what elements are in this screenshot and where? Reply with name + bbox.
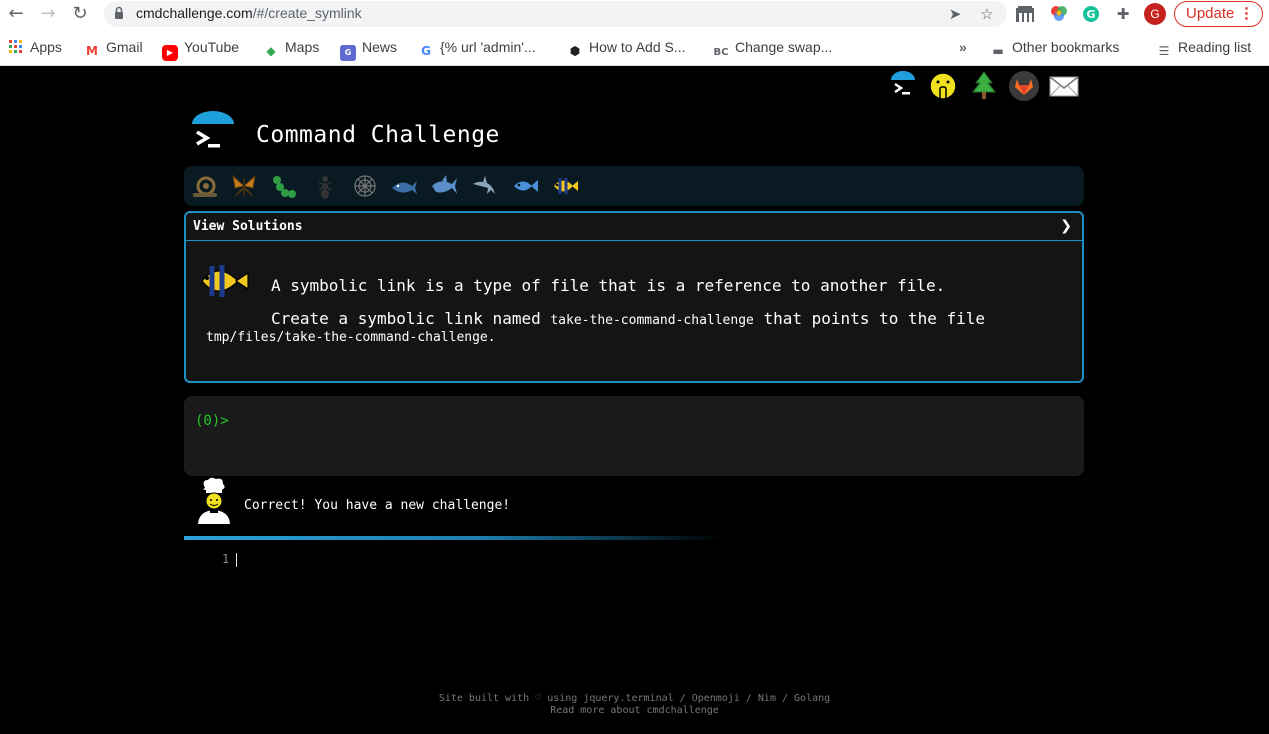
maps-icon: ◆ bbox=[266, 44, 276, 58]
target-path-code: tmp/files/take-the-command-challenge bbox=[206, 330, 488, 345]
view-solutions-label: View Solutions bbox=[193, 219, 303, 234]
footer-credits: Site built with ♡ using jquery.terminal … bbox=[438, 693, 831, 704]
mail-icon[interactable] bbox=[1048, 70, 1080, 102]
footer-read-more-link[interactable]: Read more about cmdchallenge bbox=[0, 705, 1269, 717]
bookmarks-overflow-button[interactable]: » bbox=[959, 35, 967, 59]
forward-icon[interactable]: → bbox=[37, 3, 59, 25]
extension-arch-icon[interactable] bbox=[1014, 4, 1036, 24]
desc-text: that points to the file bbox=[753, 309, 986, 328]
lock-icon bbox=[115, 6, 123, 19]
folder-icon: ▬ bbox=[992, 44, 1004, 58]
cmdchallenge-icon[interactable] bbox=[887, 70, 919, 102]
challenge-description-line3: tmp/files/take-the-command-challenge. bbox=[206, 330, 496, 345]
gitlab-icon[interactable] bbox=[1008, 70, 1040, 102]
menu-dots-icon: ⋮ bbox=[1239, 5, 1254, 22]
other-bookmarks-label: Other bookmarks bbox=[1012, 39, 1120, 55]
tree-icon[interactable] bbox=[968, 70, 1000, 102]
challenge-panel: View Solutions ❯ A symbolic link is a ty… bbox=[184, 211, 1084, 383]
news-icon: G bbox=[340, 45, 356, 61]
whale-level-icon[interactable] bbox=[390, 172, 418, 200]
send-icon[interactable]: ➤ bbox=[945, 4, 965, 24]
bookmark-change-swap[interactable]: BC Change swap... bbox=[713, 35, 833, 59]
bookmark-apps[interactable]: Apps bbox=[8, 35, 62, 59]
url-path: /#/create_symlink bbox=[252, 5, 362, 21]
fish-level-icon[interactable] bbox=[511, 172, 539, 200]
reload-icon[interactable]: ↻ bbox=[69, 3, 91, 25]
bookmark-label: Change swap... bbox=[735, 39, 833, 55]
challenge-description-line1: A symbolic link is a type of file that i… bbox=[271, 276, 946, 295]
bookmark-label: {% url 'admin'... bbox=[440, 39, 536, 55]
bookmark-maps[interactable]: ◆ Maps bbox=[263, 35, 319, 59]
star-icon[interactable]: ☆ bbox=[977, 4, 997, 24]
bookmark-label: Maps bbox=[285, 39, 320, 55]
bookmarks-bar: Apps M Gmail ▶ YouTube ◆ Maps G News G {% url… bbox=[0, 35, 1269, 61]
progress-bar bbox=[184, 536, 724, 540]
back-icon[interactable]: ← bbox=[5, 3, 27, 25]
butterfly-level-icon[interactable] bbox=[230, 172, 258, 200]
url-host: cmdchallenge.com bbox=[136, 5, 253, 21]
editor-caret[interactable] bbox=[236, 553, 237, 567]
challenge-description-line2: Create a symbolic link named take-the-co… bbox=[271, 309, 985, 328]
snail-level-icon[interactable] bbox=[191, 172, 219, 200]
bookmark-gmail[interactable]: M Gmail bbox=[84, 35, 143, 59]
symlink-name-code: take-the-command-challenge bbox=[550, 313, 754, 328]
bookmark-label: How to Add S... bbox=[589, 39, 686, 55]
ant-level-icon[interactable] bbox=[311, 172, 339, 200]
profile-avatar[interactable]: G bbox=[1144, 3, 1166, 25]
hexagon-icon: ⬢ bbox=[569, 44, 581, 58]
bc-icon: BC bbox=[713, 47, 729, 58]
shushing-face-icon[interactable] bbox=[927, 70, 959, 102]
terminal-prompt: (0)> bbox=[195, 413, 229, 429]
terminal[interactable]: (0)> bbox=[184, 396, 1084, 476]
reading-list-label: Reading list bbox=[1178, 39, 1252, 55]
reading-list-icon: ☰ bbox=[1158, 44, 1170, 58]
url-text: cmdchallenge.com/#/create_symlink bbox=[136, 5, 362, 21]
web-level-icon[interactable] bbox=[351, 172, 379, 200]
color-wheel-icon[interactable] bbox=[1048, 4, 1070, 24]
editor-line-number: 1 bbox=[222, 552, 230, 566]
bookmark-youtube[interactable]: ▶ YouTube bbox=[162, 35, 240, 61]
bookmark-label: Gmail bbox=[106, 39, 143, 55]
tropical-fish-icon bbox=[201, 265, 249, 297]
chef-icon bbox=[198, 477, 230, 524]
dolphin-level-icon[interactable] bbox=[471, 172, 499, 200]
update-button[interactable]: Update ⋮ bbox=[1174, 1, 1263, 27]
bookmark-news[interactable]: G News bbox=[340, 35, 398, 61]
browser-chrome: ← → ↻ cmdchallenge.com/#/create_symlink … bbox=[0, 0, 1269, 66]
address-bar[interactable]: cmdchallenge.com/#/create_symlink ➤ ☆ bbox=[104, 1, 1007, 27]
view-solutions-toggle[interactable]: View Solutions ❯ bbox=[186, 213, 1082, 241]
bookmark-google-url-admin[interactable]: G {% url 'admin'... bbox=[418, 35, 536, 59]
bookmark-label: Apps bbox=[30, 39, 62, 55]
site-logo bbox=[192, 111, 234, 154]
bookmark-label: YouTube bbox=[184, 39, 240, 55]
grammarly-icon[interactable]: G bbox=[1080, 4, 1102, 24]
gmail-icon: M bbox=[86, 44, 98, 58]
tropical-fish-level-icon[interactable] bbox=[551, 172, 579, 200]
update-label: Update bbox=[1186, 5, 1235, 22]
desc-text: Create a symbolic link named bbox=[271, 309, 551, 328]
bookmark-how-to-add[interactable]: ⬢ How to Add S... bbox=[567, 35, 686, 59]
youtube-icon: ▶ bbox=[162, 45, 178, 61]
apps-grid-icon bbox=[9, 40, 22, 53]
page-title: Command Challenge bbox=[256, 122, 500, 148]
reading-list[interactable]: ☰ Reading list bbox=[1156, 35, 1252, 59]
bookmark-label: News bbox=[362, 39, 398, 55]
other-bookmarks[interactable]: ▬ Other bookmarks bbox=[990, 35, 1119, 59]
shark-level-icon[interactable] bbox=[430, 172, 458, 200]
google-icon: G bbox=[421, 44, 431, 58]
chevron-right-icon: ❯ bbox=[1060, 218, 1072, 234]
caterpillar-level-icon[interactable] bbox=[271, 172, 299, 200]
desc-text: . bbox=[487, 330, 496, 345]
level-selector bbox=[184, 166, 1084, 206]
footer: Site built with ♡ using jquery.terminal … bbox=[0, 693, 1269, 717]
cmdchallenge-page: Command Challenge View Solutions ❯ A sym… bbox=[0, 66, 1269, 734]
status-message: Correct! You have a new challenge! bbox=[244, 498, 511, 513]
svg-text:G: G bbox=[1086, 8, 1095, 21]
puzzle-extensions-icon[interactable]: ✚ bbox=[1112, 4, 1134, 24]
